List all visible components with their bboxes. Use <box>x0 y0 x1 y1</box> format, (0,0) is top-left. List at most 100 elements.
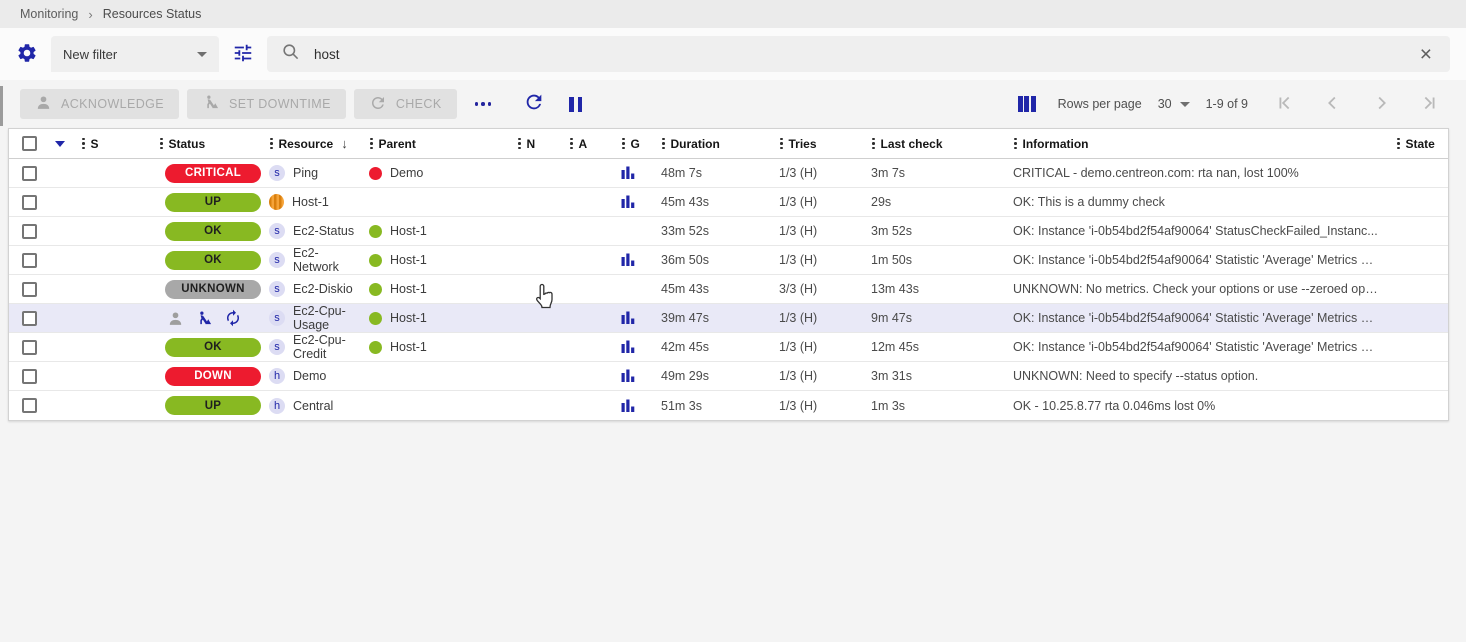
breadcrumb-item-resources-status[interactable]: Resources Status <box>103 7 202 21</box>
column-settings-button[interactable] <box>1018 96 1036 112</box>
row-checkbox[interactable] <box>22 311 37 326</box>
header-cell-ack[interactable]: A <box>563 136 615 152</box>
table-row[interactable]: sEc2-Cpu-UsageHost-139m 47s1/3 (H)9m 47s… <box>9 304 1448 333</box>
status-chip[interactable]: OK <box>165 251 261 270</box>
clear-search-button[interactable]: × <box>1416 44 1436 65</box>
status-chip[interactable]: OK <box>165 338 261 357</box>
refresh-button[interactable] <box>523 91 545 118</box>
filter-preset-select[interactable]: New filter <box>51 36 219 72</box>
resource-name[interactable]: Ec2-Cpu-Usage <box>293 304 363 332</box>
resource-name[interactable]: Host-1 <box>292 195 329 209</box>
first-page-button[interactable] <box>1274 92 1296 117</box>
resource-name[interactable]: Ec2-Cpu-Credit <box>293 333 363 361</box>
table-row[interactable]: OKsEc2-StatusHost-133m 52s1/3 (H)3m 52sO… <box>9 217 1448 246</box>
column-drag-handle-icon[interactable] <box>779 136 784 152</box>
parent-name[interactable]: Demo <box>390 166 423 180</box>
column-drag-handle-icon[interactable] <box>517 136 522 152</box>
parent-name[interactable]: Host-1 <box>390 253 427 267</box>
header-cell-state[interactable]: State <box>1390 136 1448 152</box>
cell-last-check: 3m 7s <box>865 166 1007 180</box>
graph-icon[interactable] <box>621 399 636 413</box>
column-drag-handle-icon[interactable] <box>661 136 666 152</box>
header-cell-duration[interactable]: Duration <box>655 136 773 152</box>
select-all-checkbox[interactable] <box>22 136 37 151</box>
row-checkbox[interactable] <box>22 224 37 239</box>
column-drag-handle-icon[interactable] <box>1396 136 1401 152</box>
table-header-row: SStatusResource↓ParentNAGDuration Tries La… <box>9 129 1448 159</box>
table-row[interactable]: UPhCentral51m 3s1/3 (H)1m 3sOK - 10.25.8… <box>9 391 1448 420</box>
column-drag-handle-icon[interactable] <box>369 136 374 152</box>
header-cell-information[interactable]: Information <box>1007 136 1390 152</box>
graph-icon[interactable] <box>621 369 636 383</box>
cell-information: OK: Instance 'i-0b54bd2f54af90064' Statu… <box>1007 224 1390 238</box>
row-checkbox[interactable] <box>22 166 37 181</box>
graph-icon[interactable] <box>621 166 636 180</box>
parent-name[interactable]: Host-1 <box>390 224 427 238</box>
column-label-tries: Tries <box>789 137 817 151</box>
graph-icon[interactable] <box>621 195 636 209</box>
parent-name[interactable]: Host-1 <box>390 282 427 296</box>
resource-name[interactable]: Demo <box>293 369 326 383</box>
row-checkbox[interactable] <box>22 398 37 413</box>
column-drag-handle-icon[interactable] <box>269 136 274 152</box>
filter-options-button[interactable] <box>232 42 254 67</box>
rows-per-page-select[interactable]: 30 <box>1158 97 1190 111</box>
table-row[interactable]: OKsEc2-Cpu-CreditHost-142m 45s1/3 (H)12m… <box>9 333 1448 362</box>
resource-name[interactable]: Ec2-Status <box>293 224 354 238</box>
parent-name[interactable]: Host-1 <box>390 311 427 325</box>
selection-menu-caret-icon[interactable] <box>55 141 65 147</box>
set-downtime-button[interactable]: SET DOWNTIME <box>187 89 346 119</box>
last-page-button[interactable] <box>1418 92 1440 117</box>
pause-autorefresh-button[interactable] <box>569 97 582 112</box>
column-drag-handle-icon[interactable] <box>81 136 86 152</box>
next-page-button[interactable] <box>1370 92 1392 117</box>
row-checkbox[interactable] <box>22 195 37 210</box>
search-input[interactable] <box>314 47 1402 62</box>
header-cell-graph[interactable]: G <box>615 136 655 152</box>
column-drag-handle-icon[interactable] <box>621 136 626 152</box>
parent-name[interactable]: Host-1 <box>390 340 427 354</box>
resource-name[interactable]: Ec2-Network <box>293 246 363 274</box>
row-checkbox[interactable] <box>22 369 37 384</box>
acknowledge-button[interactable]: ACKNOWLEDGE <box>20 89 179 119</box>
column-drag-handle-icon[interactable] <box>159 136 164 152</box>
more-actions-button[interactable] <box>465 102 502 106</box>
status-chip[interactable]: OK <box>165 222 261 241</box>
graph-icon[interactable] <box>621 253 636 267</box>
status-chip[interactable]: UP <box>165 193 261 212</box>
header-cell-severity[interactable]: S <box>75 136 153 152</box>
table-row[interactable]: UPHost-145m 43s1/3 (H)29sOK: This is a d… <box>9 188 1448 217</box>
header-cell-notification[interactable]: N <box>511 136 563 152</box>
row-checkbox[interactable] <box>22 253 37 268</box>
status-chip[interactable]: UNKNOWN <box>165 280 261 299</box>
column-drag-handle-icon[interactable] <box>569 136 574 152</box>
filter-settings-gear-button[interactable] <box>16 42 38 67</box>
row-checkbox[interactable] <box>22 282 37 297</box>
check-button[interactable]: CHECK <box>354 89 457 119</box>
table-row[interactable]: OKsEc2-NetworkHost-136m 50s1/3 (H)1m 50s… <box>9 246 1448 275</box>
cell-status: CRITICAL <box>153 164 263 183</box>
column-drag-handle-icon[interactable] <box>1013 136 1018 152</box>
previous-page-button[interactable] <box>1322 92 1344 117</box>
row-checkbox[interactable] <box>22 340 37 355</box>
resource-name[interactable]: Ec2-Diskio <box>293 282 353 296</box>
table-row[interactable]: CRITICALsPingDemo48m 7s1/3 (H)3m 7sCRITI… <box>9 159 1448 188</box>
header-cell-parent[interactable]: Parent <box>363 136 511 152</box>
header-cell-status[interactable]: Status <box>153 136 263 152</box>
table-row[interactable]: DOWNhDemo49m 29s1/3 (H)3m 31sUNKNOWN: Ne… <box>9 362 1448 391</box>
header-cell-resource[interactable]: Resource↓ <box>263 136 363 152</box>
status-chip[interactable]: CRITICAL <box>165 164 261 183</box>
header-cell-last_check[interactable]: Last check <box>865 136 1007 152</box>
sort-desc-icon[interactable]: ↓ <box>341 136 348 151</box>
graph-icon[interactable] <box>621 311 636 325</box>
header-cell-tries[interactable]: Tries <box>773 136 865 152</box>
table-row[interactable]: UNKNOWNsEc2-DiskioHost-145m 43s3/3 (H)13… <box>9 275 1448 304</box>
ellipsis-icon <box>475 102 492 106</box>
resource-name[interactable]: Ping <box>293 166 318 180</box>
column-drag-handle-icon[interactable] <box>871 136 876 152</box>
graph-icon[interactable] <box>621 340 636 354</box>
resource-name[interactable]: Central <box>293 399 333 413</box>
status-chip[interactable]: DOWN <box>165 367 261 386</box>
status-chip[interactable]: UP <box>165 396 261 415</box>
breadcrumb-item-monitoring[interactable]: Monitoring <box>20 7 78 21</box>
